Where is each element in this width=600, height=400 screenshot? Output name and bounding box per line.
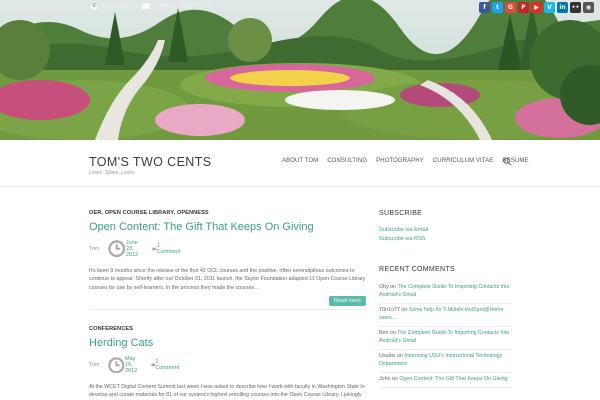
mail-icon (142, 3, 150, 9)
email-contact[interactable]: cowell.tom@gmail.com (142, 3, 215, 9)
phone-icon: ✆ (91, 3, 98, 10)
post-meta: Tom May 16, 2012 1 Comment (89, 356, 366, 374)
hero-banner: ✆ 801-999-0722 cowell.tom@gmail.com ftGP… (0, 0, 600, 140)
social-links: f t G P ▶ Vin •• ◉ (479, 2, 594, 13)
post-categories[interactable]: OER, OPEN COURSE LIBRARY, OPENNESS (89, 210, 366, 216)
post-excerpt: It's been 9 months since the release of … (89, 268, 366, 291)
search-icon[interactable] (503, 157, 512, 166)
top-bar: ✆ 801-999-0722 cowell.tom@gmail.com ftGP… (0, 0, 600, 16)
phone-contact[interactable]: ✆ 801-999-0722 (91, 3, 138, 10)
subscribe-heading: SUBSCRIBE (379, 210, 423, 217)
post-entry: CONFERENCES Herding Cats Tom May 16, 201… (89, 326, 366, 400)
site-title[interactable]: TOM'S TWO CENTS (89, 155, 212, 169)
comment-author: John (379, 376, 391, 382)
post-title[interactable]: Herding Cats (89, 337, 366, 349)
subscribe-links: Subscribe via Email Subscribe via RSS (379, 226, 512, 244)
recent-comment-item: Ben on The Complete Guide To Importing C… (379, 327, 512, 350)
post-date[interactable]: May 16, 2012 (125, 356, 142, 374)
sidebar: SUBSCRIBE Subscribe via Email Subscribe … (379, 210, 512, 388)
email-address: cowell.tom@gmail.com (153, 3, 215, 9)
comment-author: T0n1o77 (379, 307, 400, 313)
comment-post-link[interactable]: The Complete Guide To Importing Contacts… (379, 284, 510, 298)
rss-icon[interactable]: ◉ (583, 2, 594, 13)
site-header: TOM'S TWO CENTS Listen. Share. Learn. AB… (0, 140, 600, 187)
recent-comment-item: Usudei on Improving USU's Instructional … (379, 350, 512, 373)
nav-consulting[interactable]: CONSULTING (327, 158, 367, 164)
recent-comment-item: John on Open Content: The Gift That Keep… (379, 373, 512, 388)
post-title[interactable]: Open Content: The Gift That Keeps On Giv… (89, 221, 366, 233)
main-nav: ABOUT TOM CONSULTING PHOTOGRAPHY CURRICU… (282, 158, 529, 164)
nav-about-tom[interactable]: ABOUT TOM (282, 158, 318, 164)
post-date[interactable]: June 23, 2012 (126, 240, 143, 258)
facebook-icon[interactable]: f (479, 2, 490, 13)
phone-number: 801-999-0722 (101, 3, 139, 10)
comment-post-link[interactable]: Open Content: The Gift That Keeps On Giv… (399, 376, 507, 382)
post-footer: Read more (89, 292, 366, 311)
comment-author: Oby (379, 284, 389, 290)
recent-comments-list: Oby on The Complete Guide To Importing C… (379, 281, 512, 388)
post-entry: OER, OPEN COURSE LIBRARY, OPENNESS Open … (89, 210, 366, 311)
clock-icon (108, 240, 126, 258)
comment-post-link[interactable]: The Complete Guide To Importing Contacts… (379, 330, 509, 344)
clock-icon (108, 356, 125, 374)
pinterest-icon[interactable]: P (518, 2, 529, 13)
post-author[interactable]: Tom (89, 246, 99, 252)
post-comments-link[interactable]: 1 Comment (155, 359, 179, 371)
garden-photo (0, 0, 600, 140)
vimeo-icon[interactable]: V (544, 2, 555, 13)
nav-curriculum-vitae[interactable]: CURRICULUM VITAE (433, 158, 494, 164)
comment-on-text: on (388, 330, 398, 336)
post-categories[interactable]: CONFERENCES (89, 326, 366, 332)
recent-comment-item: T0n1o77 on Some help for T-Mobile HotSpo… (379, 304, 512, 327)
recent-comment-item: Oby on The Complete Guide To Importing C… (379, 281, 512, 304)
nav-photography[interactable]: PHOTOGRAPHY (376, 158, 424, 164)
post-meta: Tom June 23, 2012 1 Comment (89, 240, 366, 258)
post-author[interactable]: Tom (89, 362, 99, 368)
flickr-icon[interactable]: •• (570, 2, 581, 13)
recent-comments-heading: RECENT COMMENTS (379, 266, 455, 273)
comment-author: Usudei (379, 353, 396, 359)
site-tagline: Listen. Share. Learn. (89, 170, 136, 176)
google-plus-icon[interactable]: G (505, 2, 516, 13)
comment-on-text: on (399, 307, 409, 313)
post-excerpt: At the WCET Digital Content Summit last … (89, 384, 365, 399)
read-more-button[interactable]: Read more (328, 296, 366, 307)
post-comments-link[interactable]: 1 Comment (157, 243, 181, 255)
youtube-icon[interactable]: ▶ (531, 2, 542, 13)
linkedin-icon[interactable]: in (557, 2, 568, 13)
subscribe-email-link[interactable]: Subscribe via Email (379, 226, 512, 235)
twitter-icon[interactable]: t (492, 2, 503, 13)
subscribe-rss-link[interactable]: Subscribe via RSS (379, 235, 512, 244)
